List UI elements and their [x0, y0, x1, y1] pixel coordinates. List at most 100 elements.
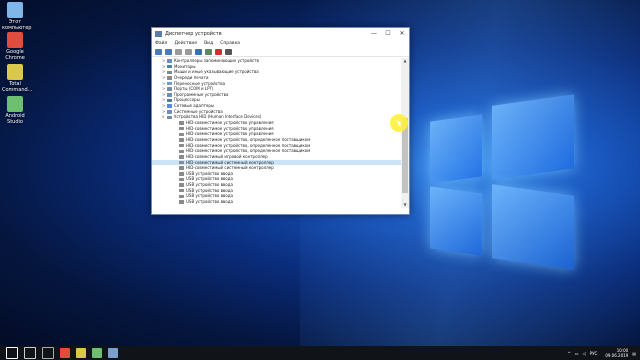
back-icon[interactable]: [155, 48, 162, 55]
taskbar: ^ ▭ ◁ РУС 10:00 09.06.2019 ▤: [0, 346, 640, 360]
desktop-icon-label: Этот компьютер: [2, 19, 32, 31]
device-icon: [179, 200, 184, 204]
system-tray: ^ ▭ ◁ РУС 10:00 09.06.2019 ▤: [563, 346, 636, 360]
device-item[interactable]: USB устройство ввода: [152, 199, 401, 205]
device-label: HID-совместимое устройство управления: [186, 120, 274, 126]
device-icon: [179, 121, 184, 125]
desktop-wallpaper: Этот компьютер Google Chrome Total Command…: [0, 0, 640, 346]
device-icon: [179, 126, 184, 131]
network-icon[interactable]: ▭: [575, 351, 579, 356]
language-indicator[interactable]: РУС: [590, 351, 598, 356]
device-manager-icon[interactable]: [108, 348, 118, 358]
scroll-up-icon[interactable]: ▲: [401, 58, 409, 64]
computer-icon: [7, 2, 23, 18]
vertical-scrollbar[interactable]: ▲ ▼: [401, 58, 409, 208]
scan-icon[interactable]: [195, 48, 202, 55]
device-label: HID-совместимый игровой контроллер: [186, 153, 268, 159]
clock[interactable]: 10:00 09.06.2019: [601, 348, 628, 358]
device-label: USB устройство ввода: [186, 170, 233, 176]
device-label: USB устройство ввода: [186, 193, 233, 199]
device-icon: [179, 149, 184, 153]
device-label: Процессоры: [174, 97, 200, 103]
device-tree[interactable]: > Контроллеры запоминающих устройств > Мони…: [152, 58, 401, 208]
device-icon: [179, 188, 184, 193]
notifications-icon[interactable]: ▤: [632, 351, 636, 356]
device-icon: [179, 194, 184, 199]
desktop-icon-total-commander[interactable]: Total Command...: [2, 64, 33, 93]
device-label: Контроллеры запоминающих устройств: [174, 58, 259, 63]
device-icon: [167, 98, 172, 103]
device-icon: [167, 93, 172, 97]
start-icon[interactable]: [6, 347, 18, 359]
menu-bar: Файл Действие Вид Справка: [152, 39, 409, 47]
properties-icon[interactable]: [175, 48, 182, 55]
toolbar: [152, 47, 409, 57]
device-icon: [179, 132, 184, 137]
device-label: HID-совместимое устройство управления: [186, 131, 274, 137]
device-label: HID-совместимое устройство, определенное…: [186, 142, 311, 148]
device-label: USB устройство ввода: [186, 187, 233, 193]
disable-icon[interactable]: [225, 48, 232, 55]
device-label: Порты (COM и LPT): [174, 86, 214, 92]
title-bar[interactable]: Диспетчер устройств — ☐ ✕: [152, 28, 409, 39]
minimize-button[interactable]: —: [367, 28, 381, 39]
logo-pane-bl: [430, 186, 482, 256]
device-manager-window[interactable]: Диспетчер устройств — ☐ ✕ Файл Действие Ви…: [151, 27, 410, 215]
device-icon: [179, 138, 184, 142]
device-icon: [167, 87, 172, 91]
desktop-icon-chrome[interactable]: Google Chrome: [2, 32, 28, 61]
logo-pane-tl: [430, 114, 482, 184]
device-label: USB устройство ввода: [186, 182, 233, 188]
device-label: USB устройство ввода: [186, 176, 233, 182]
device-icon: [167, 81, 172, 86]
device-label: USB устройство ввода: [186, 199, 233, 205]
desktop-icon-label: Android Studio: [5, 113, 25, 125]
android-studio-icon[interactable]: [92, 348, 102, 358]
android-studio-icon: [7, 96, 23, 112]
scroll-down-icon[interactable]: ▼: [401, 202, 409, 208]
help-icon[interactable]: [185, 48, 192, 55]
update-driver-icon[interactable]: [205, 48, 212, 55]
device-label: HID-совместимое устройство, определенное…: [186, 136, 311, 142]
device-label: HID-совместимое устройство управления: [186, 125, 274, 131]
desktop-icon-label: Total Command...: [2, 81, 33, 93]
device-label: Мониторы: [174, 63, 196, 69]
desktop-icon-label: Google Chrome: [5, 49, 25, 61]
menu-item[interactable]: Действие: [174, 41, 197, 46]
window-title: Диспетчер устройств: [165, 30, 222, 37]
maximize-button[interactable]: ☐: [381, 28, 395, 39]
menu-item[interactable]: Файл: [155, 41, 167, 46]
menu-item[interactable]: Вид: [204, 41, 213, 46]
device-icon: [179, 183, 184, 187]
logo-pane-tr: [492, 94, 574, 180]
device-icon: [179, 160, 184, 165]
device-label: HID-совместимое устройство, определенное…: [186, 148, 311, 154]
tray-chevron-icon[interactable]: ^: [567, 351, 570, 356]
forward-icon[interactable]: [165, 48, 172, 55]
menu-item[interactable]: Справка: [220, 41, 240, 46]
desktop-icon-android-studio[interactable]: Android Studio: [2, 96, 28, 125]
device-label: Сетевые адаптеры: [174, 103, 215, 109]
total-commander-icon[interactable]: [76, 348, 86, 358]
chrome-icon[interactable]: [60, 348, 70, 358]
search-icon[interactable]: [24, 347, 36, 359]
clock-date: 09.06.2019: [605, 353, 629, 358]
close-button[interactable]: ✕: [395, 28, 409, 39]
device-label: HID-совместимый системный контроллер: [186, 159, 274, 165]
task-view-icon[interactable]: [42, 347, 54, 359]
device-label: Системные устройства: [174, 108, 223, 114]
device-label: Программные устройства: [174, 91, 229, 97]
chrome-icon: [7, 32, 23, 48]
volume-icon[interactable]: ◁: [583, 351, 586, 356]
device-icon: [167, 115, 172, 120]
device-icon: [179, 143, 184, 148]
device-label: Переносные устройства: [174, 80, 226, 86]
total-commander-icon: [7, 64, 23, 80]
device-label: Очереди печати: [174, 74, 209, 80]
device-label: Мыши и иные указывающие устройства: [174, 69, 259, 75]
uninstall-icon[interactable]: [215, 48, 222, 55]
device-icon: [167, 76, 172, 80]
device-icon: [179, 172, 184, 176]
desktop-icon-computer[interactable]: Этот компьютер: [2, 2, 32, 31]
device-label: HID-совместимый системный контроллер: [186, 165, 274, 171]
